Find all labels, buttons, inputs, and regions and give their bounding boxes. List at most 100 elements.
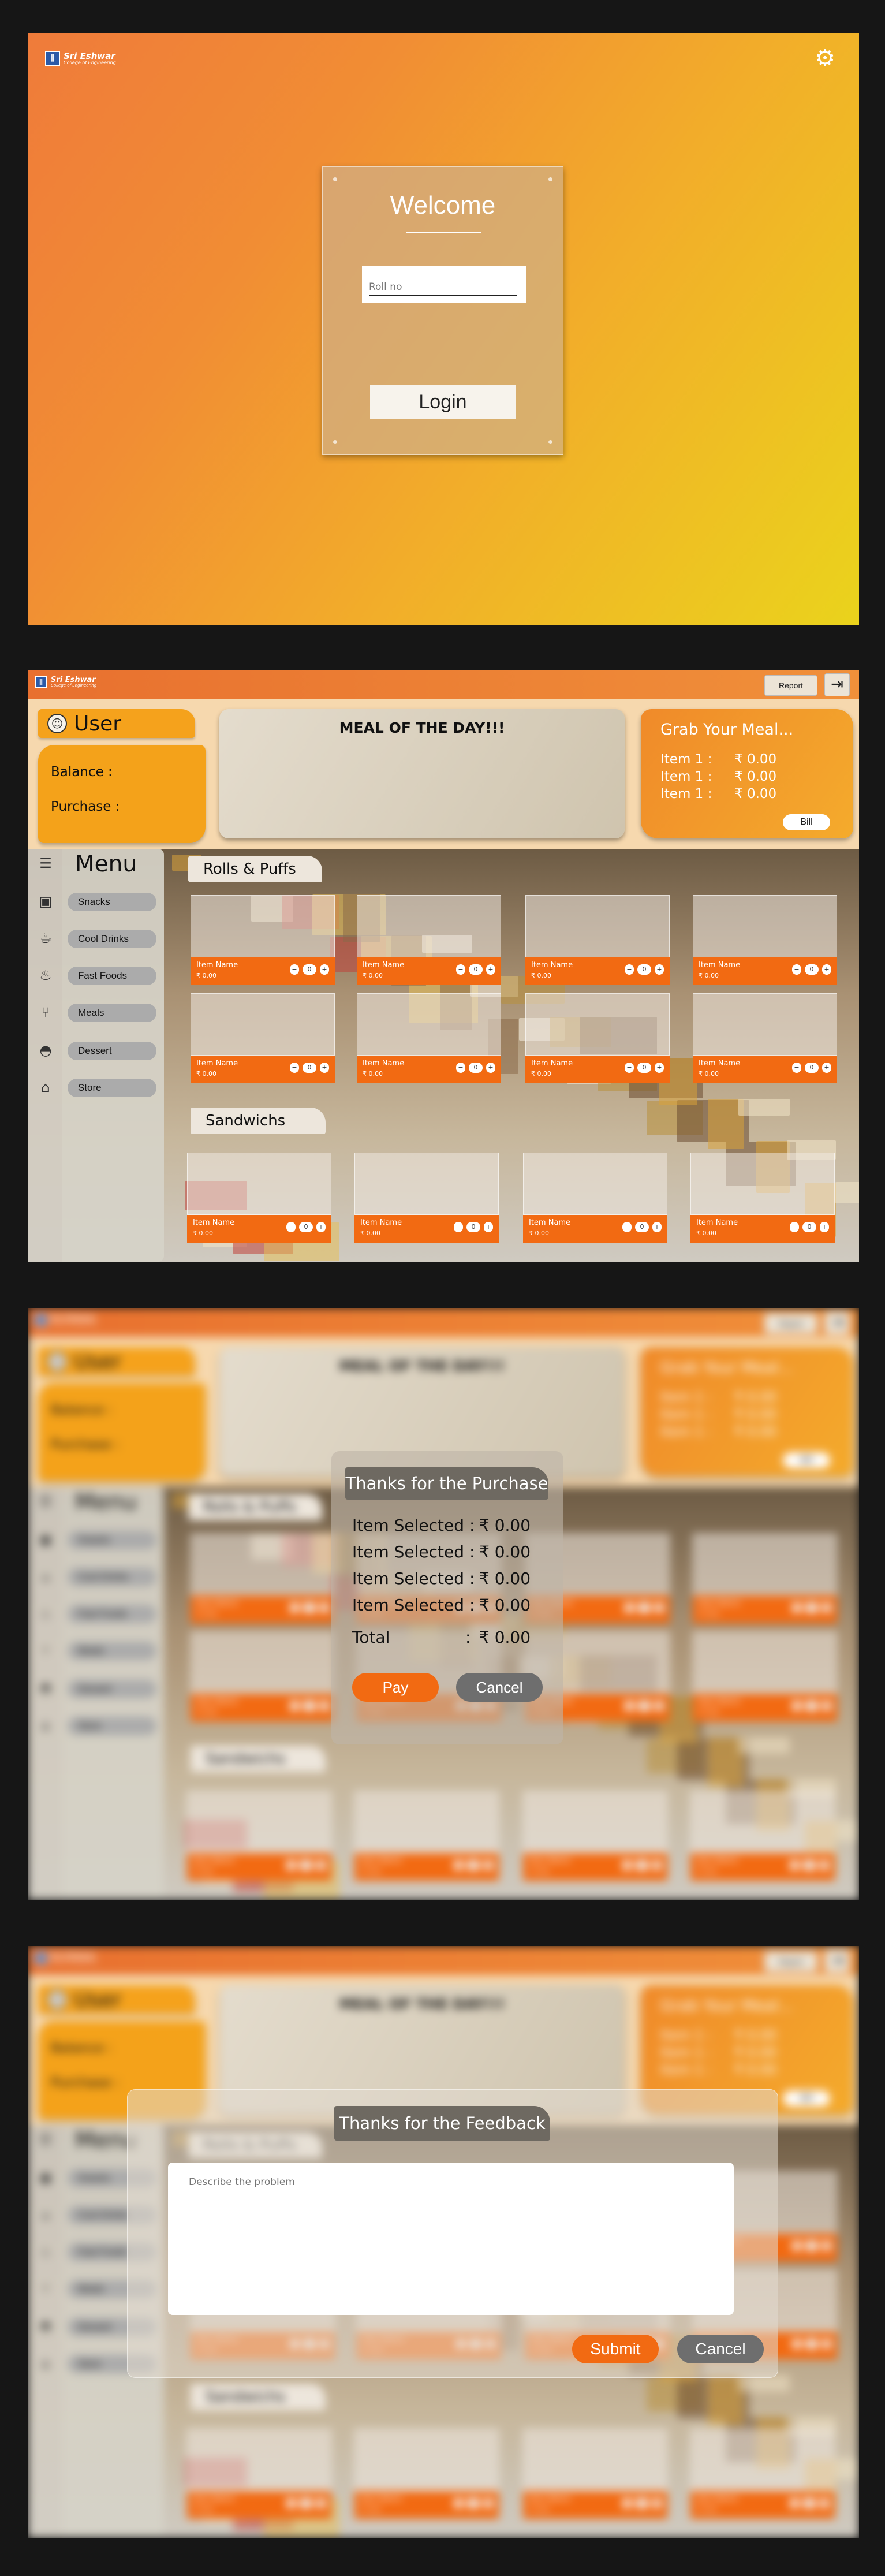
plus-button[interactable]: + <box>822 964 831 975</box>
plus-button[interactable]: + <box>652 2498 662 2508</box>
minus-button[interactable]: − <box>790 2498 799 2508</box>
burger-icon[interactable]: ♨ <box>36 1604 55 1623</box>
store-icon[interactable]: ⌂ <box>36 1716 55 1735</box>
report-button[interactable]: Report <box>764 1951 817 1972</box>
plus-button[interactable]: + <box>316 1860 326 1870</box>
plus-button[interactable]: + <box>484 1222 493 1232</box>
login-button[interactable]: Login <box>370 385 516 419</box>
minus-button[interactable]: − <box>792 964 801 975</box>
store-icon[interactable]: ⌂ <box>36 2354 55 2373</box>
item-card[interactable]: Item Name ₹ 0.00 −0+ <box>693 1631 837 1721</box>
cake-icon[interactable]: ◓ <box>36 1041 55 1060</box>
minus-button[interactable]: − <box>622 1222 632 1232</box>
logout-icon[interactable]: ⇥ <box>824 1949 850 1973</box>
menu-item[interactable]: Cool Drinks <box>68 930 156 948</box>
plus-button[interactable]: + <box>820 1860 829 1870</box>
menu-item[interactable]: Meals <box>68 1642 156 1660</box>
logout-icon[interactable]: ⇥ <box>824 1311 850 1334</box>
menu-item[interactable]: Fast Foods <box>68 967 156 985</box>
plus-button[interactable]: + <box>484 1860 493 1870</box>
plus-button[interactable]: + <box>820 1222 829 1232</box>
gear-icon[interactable]: ⚙ <box>813 46 837 70</box>
minus-button[interactable]: − <box>454 2498 463 2508</box>
minus-button[interactable]: − <box>290 1602 299 1613</box>
bill-button[interactable]: Bill <box>783 2090 830 2107</box>
plus-button[interactable]: + <box>822 1602 831 1613</box>
plus-button[interactable]: + <box>320 1602 329 1613</box>
item-card[interactable]: Item Name ₹ 0.00 −0+ <box>191 1533 335 1623</box>
menu-item[interactable]: Dessert <box>68 1680 156 1698</box>
minus-button[interactable]: − <box>792 2241 801 2251</box>
menu-item[interactable]: Fast Foods <box>68 1605 156 1623</box>
plus-button[interactable]: + <box>822 2339 831 2349</box>
menu-item[interactable]: Snacks <box>68 893 156 911</box>
snack-icon[interactable]: ▣ <box>36 2168 55 2187</box>
item-card[interactable]: Item Name ₹ 0.00 −0+ <box>191 1631 335 1721</box>
minus-button[interactable]: − <box>454 1222 463 1232</box>
hamburger-icon[interactable]: ☰ <box>36 853 55 873</box>
plus-button[interactable]: + <box>316 2498 326 2508</box>
cake-icon[interactable]: ◓ <box>36 1679 55 1698</box>
plus-button[interactable]: + <box>484 2498 493 2508</box>
plus-button[interactable]: + <box>655 1701 664 1711</box>
snack-icon[interactable]: ▣ <box>36 892 55 911</box>
minus-button[interactable]: − <box>454 1860 463 1870</box>
menu-item[interactable]: Store <box>68 1717 156 1735</box>
menu-item[interactable]: Dessert <box>68 1042 156 1060</box>
plus-button[interactable]: + <box>822 1063 831 1073</box>
item-card[interactable]: Item Name ₹ 0.00 −0+ <box>357 895 501 985</box>
minus-button[interactable]: − <box>625 1063 634 1073</box>
item-card[interactable]: Item Name ₹ 0.00 −0+ <box>523 2429 667 2519</box>
minus-button[interactable]: − <box>790 1222 799 1232</box>
item-card[interactable]: Item Name ₹ 0.00 −0+ <box>191 993 335 1083</box>
item-card[interactable]: Item Name ₹ 0.00 −0+ <box>187 1153 331 1243</box>
minus-button[interactable]: − <box>290 1701 299 1711</box>
item-card[interactable]: Item Name ₹ 0.00 −0+ <box>523 1791 667 1881</box>
menu-item[interactable]: Snacks <box>68 1531 156 1549</box>
item-card[interactable]: Item Name ₹ 0.00 −0+ <box>354 1153 499 1243</box>
burger-icon[interactable]: ♨ <box>36 965 55 985</box>
plus-button[interactable]: + <box>320 1701 329 1711</box>
minus-button[interactable]: − <box>622 1860 632 1870</box>
cup-icon[interactable]: ☕ <box>36 1567 55 1586</box>
snack-icon[interactable]: ▣ <box>36 1530 55 1549</box>
hamburger-icon[interactable]: ☰ <box>36 1492 55 1511</box>
cancel-button[interactable]: Cancel <box>456 1673 543 1702</box>
item-card[interactable]: Item Name ₹ 0.00 −0+ <box>354 2429 499 2519</box>
item-card[interactable]: Item Name ₹ 0.00 −0+ <box>690 1153 835 1243</box>
plus-button[interactable]: + <box>486 1063 495 1073</box>
submit-button[interactable]: Submit <box>572 2335 659 2363</box>
item-card[interactable]: Item Name ₹ 0.00 −0+ <box>690 1791 835 1881</box>
item-card[interactable]: Item Name ₹ 0.00 −0+ <box>187 2429 331 2519</box>
minus-button[interactable]: − <box>625 1701 634 1711</box>
minus-button[interactable]: − <box>792 1602 801 1613</box>
report-button[interactable]: Report <box>764 1313 817 1334</box>
plus-button[interactable]: + <box>655 1602 664 1613</box>
hamburger-icon[interactable]: ☰ <box>36 2130 55 2149</box>
minus-button[interactable]: − <box>456 964 465 975</box>
plus-button[interactable]: + <box>655 964 664 975</box>
feedback-textarea[interactable] <box>168 2163 734 2315</box>
cutlery-icon[interactable]: ⑂ <box>36 1641 55 1660</box>
cup-icon[interactable]: ☕ <box>36 2205 55 2224</box>
minus-button[interactable]: − <box>290 964 299 975</box>
item-card[interactable]: Item Name ₹ 0.00 −0+ <box>523 1153 667 1243</box>
item-card[interactable]: Item Name ₹ 0.00 −0+ <box>693 993 837 1083</box>
item-card[interactable]: Item Name ₹ 0.00 −0+ <box>354 1791 499 1881</box>
plus-button[interactable]: + <box>320 1063 329 1073</box>
item-card[interactable]: Item Name ₹ 0.00 −0+ <box>690 2429 835 2519</box>
item-card[interactable]: Item Name ₹ 0.00 −0+ <box>187 1791 331 1881</box>
cutlery-icon[interactable]: ⑂ <box>36 1002 55 1022</box>
item-card[interactable]: Item Name ₹ 0.00 −0+ <box>357 993 501 1083</box>
minus-button[interactable]: − <box>792 2339 801 2349</box>
plus-button[interactable]: + <box>655 1063 664 1073</box>
plus-button[interactable]: + <box>822 1701 831 1711</box>
minus-button[interactable]: − <box>622 2498 632 2508</box>
minus-button[interactable]: − <box>625 1602 634 1613</box>
minus-button[interactable]: − <box>790 1860 799 1870</box>
item-card[interactable]: Item Name ₹ 0.00 −0+ <box>191 895 335 985</box>
menu-item[interactable]: Meals <box>68 1004 156 1022</box>
minus-button[interactable]: − <box>456 1063 465 1073</box>
minus-button[interactable]: − <box>792 1063 801 1073</box>
minus-button[interactable]: − <box>286 1860 296 1870</box>
